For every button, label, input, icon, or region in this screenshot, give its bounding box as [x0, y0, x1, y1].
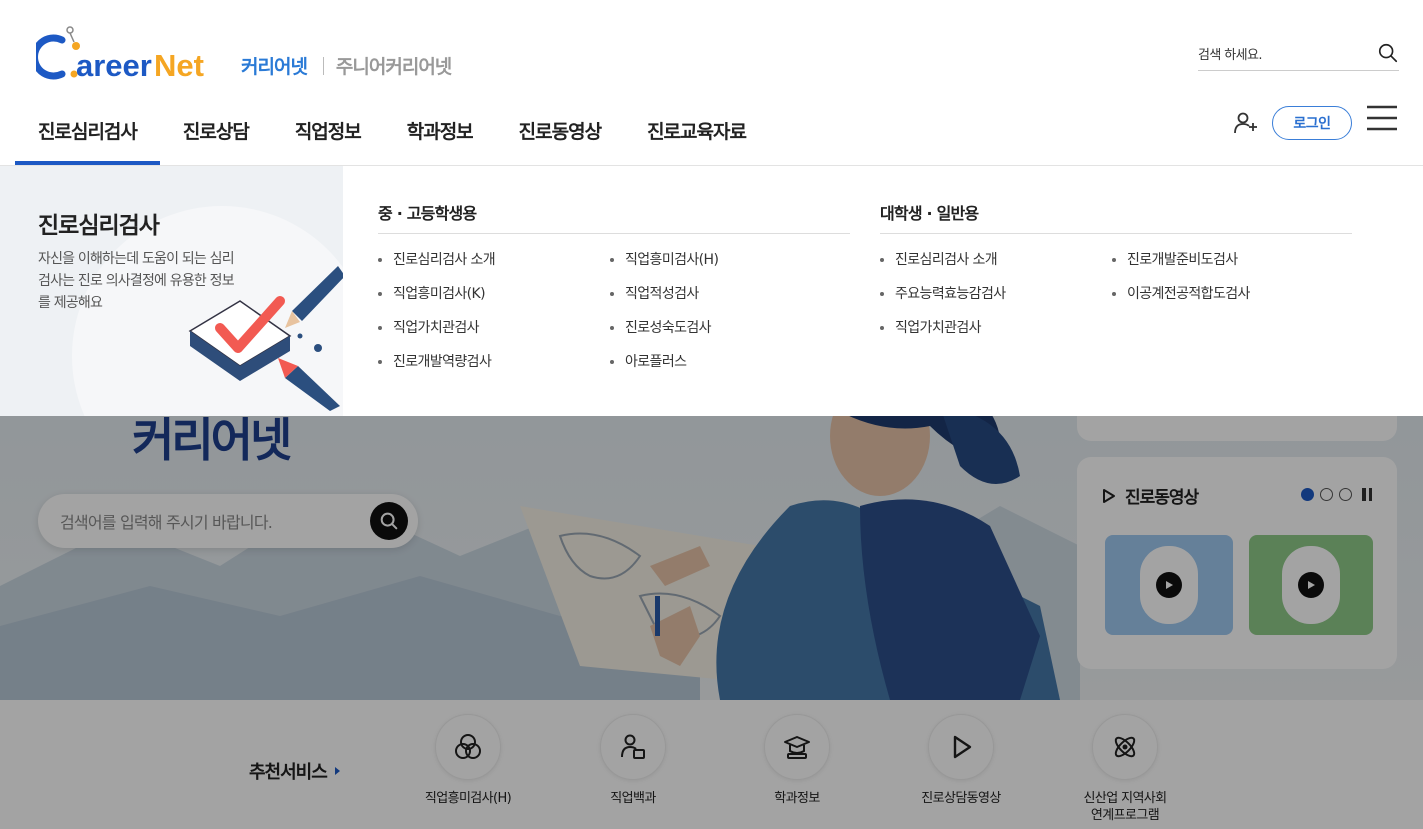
- hamburger-menu-icon[interactable]: [1366, 104, 1398, 134]
- mega-group-university: 대학생 · 일반용 진로심리검사 소개 주요능력효능감검사 직업가치관검사 진로…: [880, 200, 1352, 352]
- main-navigation: 진로심리검사 진로상담 직업정보 학과정보 진로동영상 진로교육자료: [15, 96, 769, 166]
- nav-item-edu-materials[interactable]: 진로교육자료: [624, 96, 769, 164]
- top-search-input[interactable]: 검색 하세요.: [1198, 44, 1262, 63]
- dim-overlay[interactable]: [0, 416, 1423, 829]
- mega-link[interactable]: 아로플러스: [610, 352, 842, 386]
- logo-text-careerr: areer: [76, 48, 152, 82]
- nav-item-major-info[interactable]: 학과정보: [384, 96, 496, 164]
- mega-link[interactable]: 주요능력효능감검사: [880, 284, 1112, 318]
- mega-menu-title: 진로심리검사: [38, 213, 160, 239]
- mega-link[interactable]: 이공계전공적합도검사: [1112, 284, 1344, 318]
- nav-item-job-info[interactable]: 직업정보: [272, 96, 384, 164]
- site-header: areer Net 커리어넷 주니어커리어넷 검색 하세요. 진로심리검사 진로…: [0, 0, 1423, 166]
- mega-link[interactable]: 진로성숙도검사: [610, 318, 842, 352]
- login-button[interactable]: 로그인: [1272, 106, 1352, 140]
- mega-menu: 진로심리검사 자신을 이해하는데 도움이 되는 심리검사는 진로 의사결정에 유…: [0, 166, 1423, 416]
- mega-group-links: 진로심리검사 소개 주요능력효능감검사 직업가치관검사 진로개발준비도검사 이공…: [880, 250, 1352, 352]
- checkbox-pencil-illustration: [188, 266, 343, 411]
- mega-group-title: 대학생 · 일반용: [880, 200, 1352, 234]
- mega-menu-intro: 진로심리검사 자신을 이해하는데 도움이 되는 심리검사는 진로 의사결정에 유…: [0, 166, 343, 416]
- mega-link-column: 진로심리검사 소개 주요능력효능감검사 직업가치관검사: [880, 250, 1112, 352]
- top-search-box[interactable]: 검색 하세요.: [1198, 36, 1399, 71]
- mega-link-column: 직업흥미검사(H) 직업적성검사 진로성숙도검사 아로플러스: [610, 250, 842, 386]
- mega-link[interactable]: 직업흥미검사(K): [378, 284, 610, 318]
- mega-group-secondary: 중 · 고등학생용 진로심리검사 소개 직업흥미검사(K) 직업가치관검사 진로…: [378, 200, 850, 386]
- site-link-careernet[interactable]: 커리어넷: [241, 52, 308, 79]
- site-switcher: 커리어넷 주니어커리어넷: [241, 52, 452, 79]
- mega-link[interactable]: 진로심리검사 소개: [880, 250, 1112, 284]
- site-link-junior[interactable]: 주니어커리어넷: [336, 52, 452, 79]
- mega-link[interactable]: 직업가치관검사: [880, 318, 1112, 352]
- mega-link[interactable]: 직업적성검사: [610, 284, 842, 318]
- mega-group-title: 중 · 고등학생용: [378, 200, 850, 234]
- logo-text-net: Net: [154, 48, 204, 82]
- mega-link[interactable]: 직업흥미검사(H): [610, 250, 842, 284]
- mega-group-links: 진로심리검사 소개 직업흥미검사(K) 직업가치관검사 진로개발역량검사 직업흥…: [378, 250, 850, 386]
- search-icon[interactable]: [1377, 42, 1399, 64]
- mega-link[interactable]: 진로개발준비도검사: [1112, 250, 1344, 284]
- mega-link[interactable]: 직업가치관검사: [378, 318, 610, 352]
- careernet-logo[interactable]: areer Net: [36, 24, 218, 82]
- divider: [322, 56, 324, 75]
- mega-link-column: 진로개발준비도검사 이공계전공적합도검사: [1112, 250, 1344, 352]
- mega-link-column: 진로심리검사 소개 직업흥미검사(K) 직업가치관검사 진로개발역량검사: [378, 250, 610, 386]
- nav-item-career-video[interactable]: 진로동영상: [496, 96, 624, 164]
- mega-link[interactable]: 진로심리검사 소개: [378, 250, 610, 284]
- mega-link[interactable]: 진로개발역량검사: [378, 352, 610, 386]
- user-add-icon[interactable]: [1233, 110, 1259, 136]
- nav-item-counseling[interactable]: 진로상담: [160, 96, 272, 164]
- nav-item-psych-test[interactable]: 진로심리검사: [15, 96, 160, 165]
